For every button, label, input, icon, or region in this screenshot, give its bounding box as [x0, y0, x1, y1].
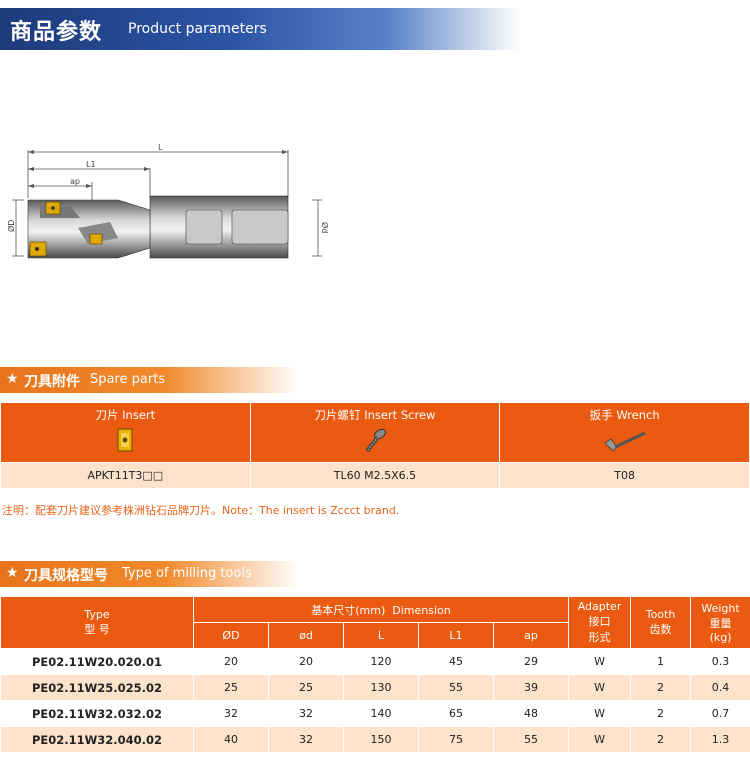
- row-tooth: 1: [630, 648, 692, 675]
- row-adapter: W: [568, 726, 632, 753]
- spare-title-en: Spare parts: [90, 372, 166, 387]
- wrench-label-en: Wrench: [616, 408, 660, 422]
- row-type: PE02.11W32.032.02: [0, 700, 194, 727]
- row-ap: 39: [492, 674, 570, 701]
- row-L: 120: [343, 648, 419, 675]
- mill-title-cn: 刀具规格型号: [24, 568, 108, 584]
- row-d: 32: [268, 700, 344, 727]
- row-d: 25: [268, 674, 344, 701]
- col-dimension: 基本尺寸(mm) Dimension: [192, 596, 570, 623]
- col-type-en: Type: [84, 608, 110, 621]
- row-ap: 29: [492, 648, 570, 675]
- row-adapter: W: [568, 700, 632, 727]
- row-D: 20: [193, 648, 269, 675]
- col-d: ød: [268, 622, 344, 649]
- row-D: 32: [193, 700, 269, 727]
- row-tooth: 2: [630, 700, 692, 727]
- col-weight-cn: 重量: [709, 616, 732, 630]
- insert-label-cn: 刀片: [95, 408, 119, 422]
- wrench-label-cn: 扳手: [589, 408, 613, 422]
- col-adapter-cn1: 接口: [588, 615, 611, 628]
- col-tooth: Tooth 齿数: [630, 596, 692, 649]
- row-D: 40: [193, 726, 269, 753]
- col-dimension-en: Dimension: [392, 603, 451, 617]
- col-adapter-en: Adapter: [577, 600, 622, 613]
- row-tooth: 2: [630, 726, 692, 753]
- spare-col-insert: 刀片 Insert: [0, 402, 251, 463]
- row-L1: 45: [418, 648, 494, 675]
- row-L1: 65: [418, 700, 494, 727]
- tool-drawing: L L1 ap ØD Ød: [6, 143, 330, 259]
- dim-label-D: ØD: [6, 220, 16, 232]
- col-weight: Weight 重量 (kg): [690, 596, 750, 649]
- row-L1: 55: [418, 674, 494, 701]
- row-adapter: W: [568, 648, 632, 675]
- dim-label-L: L: [158, 143, 163, 152]
- spare-parts-table: 刀片 Insert 刀片螺钉 Insert Screw 扳手 Wrench AP…: [0, 402, 750, 489]
- row-weight: 0.4: [690, 674, 750, 701]
- spare-value-screw: TL60 M2.5X6.5: [249, 462, 501, 489]
- col-type: Type 型 号: [0, 596, 194, 649]
- screw-label-en: Insert Screw: [364, 408, 436, 422]
- insert-label-en: Insert: [122, 408, 156, 422]
- col-adapter: Adapter 接口 形式: [568, 596, 632, 649]
- row-L1: 75: [418, 726, 494, 753]
- spare-parts-heading: ★ 刀具附件 Spare parts: [0, 367, 300, 393]
- spare-title-cn: 刀具附件: [24, 374, 80, 390]
- dim-label-ap: ap: [70, 177, 80, 186]
- spare-col-wrench: 扳手 Wrench: [499, 402, 750, 463]
- row-d: 20: [268, 648, 344, 675]
- header-banner: 商品参数 Product parameters: [0, 8, 520, 50]
- insert-note: 注明：配套刀片建议参考株洲钻石品牌刀片。Note：The insert is Z…: [2, 504, 400, 517]
- spare-col-screw: 刀片螺钉 Insert Screw: [249, 402, 501, 463]
- col-tooth-cn: 齿数: [649, 623, 672, 636]
- screw-icon: [365, 428, 386, 453]
- row-adapter: W: [568, 674, 632, 701]
- col-weight-unit: (kg): [709, 630, 732, 644]
- row-L: 130: [343, 674, 419, 701]
- wrench-icon: [604, 431, 646, 452]
- row-d: 32: [268, 726, 344, 753]
- row-D: 25: [193, 674, 269, 701]
- col-weight-en: Weight: [701, 601, 740, 615]
- col-tooth-en: Tooth: [645, 608, 676, 621]
- dim-label-d: Ød: [320, 222, 330, 233]
- table-row: PE02.11W32.032.02 32 32 140 65 48 W 2 0.…: [0, 700, 750, 727]
- col-L: L: [343, 622, 419, 649]
- milling-spec-table: Type 型 号 基本尺寸(mm) Dimension Adapter 接口 形…: [0, 596, 750, 753]
- row-L: 150: [343, 726, 419, 753]
- col-ap: ap: [492, 622, 570, 649]
- row-ap: 55: [492, 726, 570, 753]
- row-weight: 1.3: [690, 726, 750, 753]
- table-row: PE02.11W32.040.02 40 32 150 75 55 W 2 1.…: [0, 726, 750, 753]
- row-type: PE02.11W20.020.01: [0, 648, 194, 675]
- insert-icon: [117, 428, 133, 452]
- milling-tools-heading: ★ 刀具规格型号 Type of milling tools: [0, 561, 300, 587]
- col-D: ØD: [193, 622, 269, 649]
- row-tooth: 2: [630, 674, 692, 701]
- col-dimension-cn: 基本尺寸(mm): [311, 603, 386, 617]
- screw-label-cn: 刀片螺钉: [314, 408, 361, 422]
- header-title-cn: 商品参数: [10, 20, 103, 45]
- table-row: PE02.11W25.025.02 25 25 130 55 39 W 2 0.…: [0, 674, 750, 701]
- header-title-en: Product parameters: [128, 21, 267, 37]
- mill-title-en: Type of milling tools: [122, 566, 252, 581]
- col-L1: L1: [418, 622, 494, 649]
- row-L: 140: [343, 700, 419, 727]
- table-row: PE02.11W20.020.01 20 20 120 45 29 W 1 0.…: [0, 648, 750, 675]
- spare-value-wrench: T08: [499, 462, 750, 489]
- row-type: PE02.11W32.040.02: [0, 726, 194, 753]
- star-icon: ★: [6, 371, 19, 387]
- row-ap: 48: [492, 700, 570, 727]
- row-type: PE02.11W25.025.02: [0, 674, 194, 701]
- col-adapter-cn2: 形式: [588, 631, 611, 644]
- dim-label-L1: L1: [86, 160, 96, 169]
- row-weight: 0.7: [690, 700, 750, 727]
- row-weight: 0.3: [690, 648, 750, 675]
- spare-value-insert: APKT11T3□□: [0, 462, 251, 489]
- star-icon: ★: [6, 565, 19, 581]
- col-type-cn: 型 号: [84, 623, 110, 636]
